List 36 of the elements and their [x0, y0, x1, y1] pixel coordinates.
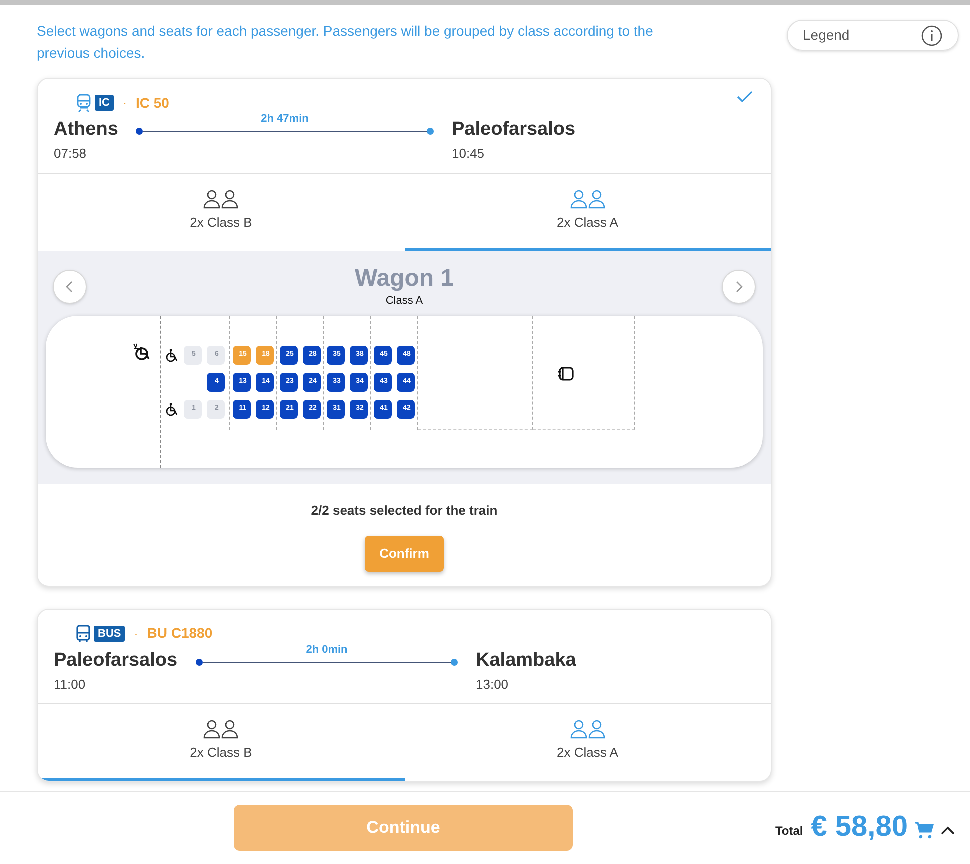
arrival-station: Paleofarsalos	[452, 118, 576, 142]
luggage-icon	[557, 366, 575, 382]
separator-dot: ·	[134, 626, 138, 642]
departure-time: 07:58	[54, 145, 88, 163]
legend-button[interactable]: Legend	[787, 20, 959, 51]
train-icon	[76, 94, 92, 112]
arrival-time: 13:00	[476, 676, 510, 694]
class-tab[interactable]: 2x Class B	[38, 174, 404, 250]
departure-time: 11:00	[54, 676, 87, 694]
next-wagon-button[interactable]	[722, 270, 756, 304]
instruction-text: Select wagons and seats for each passenger. Passengers will be grouped by class according to the previous choices.	[37, 22, 654, 63]
info-icon	[921, 24, 943, 46]
total-price: € 58,80	[811, 810, 908, 846]
wagon-title: Wagon 1	[354, 264, 454, 292]
departure-station: Paleofarsalos	[54, 648, 179, 672]
class-tab[interactable]: 2x Class B	[38, 704, 404, 781]
bus-icon	[76, 624, 91, 642]
duration-label: 2h 47min	[260, 112, 310, 127]
duration-label: 2h 0min	[305, 642, 349, 658]
previous-wagon-button[interactable]	[53, 270, 87, 304]
transport-badge: IC	[95, 95, 114, 111]
departure-station: Athens	[54, 118, 120, 142]
wagon-class: Class A	[386, 294, 424, 308]
class-tab[interactable]: 2x Class A	[404, 704, 771, 781]
separator-dot: ·	[123, 95, 127, 112]
chevron-right-icon	[734, 280, 743, 293]
train-number: BU C1880	[147, 624, 213, 643]
train-number: IC 50	[136, 94, 170, 112]
transport-badge: BUS	[94, 626, 126, 642]
selection-status: 2/2 seats selected for the train	[311, 502, 498, 520]
chevron-left-icon	[66, 280, 74, 293]
total-label: Total	[775, 823, 804, 840]
arrival-time: 10:45	[452, 145, 486, 163]
arrival-station: Kalambaka	[476, 648, 576, 672]
cart-icon	[914, 822, 934, 840]
wheelchair-toilet-icon	[132, 342, 152, 362]
